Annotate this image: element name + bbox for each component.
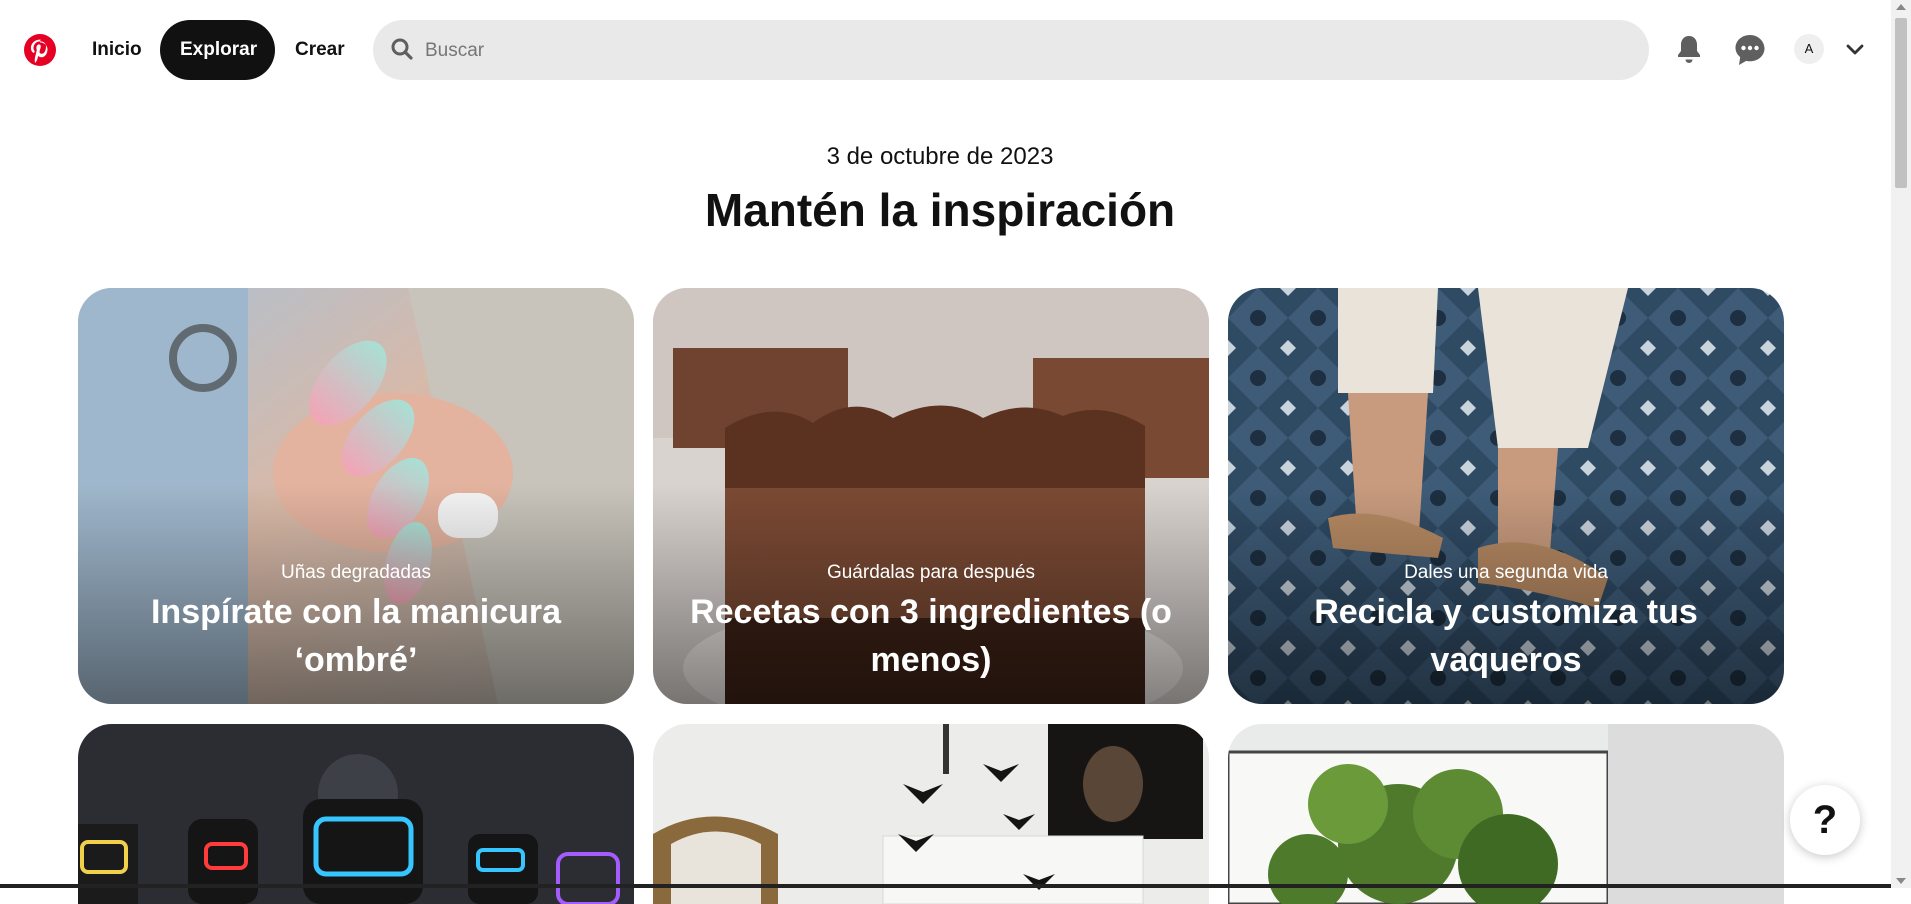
search-icon: [390, 37, 414, 66]
card-subtitle: Uñas degradadas: [281, 562, 431, 583]
scrollbar-thumb[interactable]: [1895, 18, 1907, 188]
card-title: Inspírate con la manicura ‘ombré’: [150, 593, 562, 679]
card-image-neon-masks: [78, 724, 634, 904]
chevron-down-icon[interactable]: [1845, 40, 1865, 65]
scroll-down-arrow-icon[interactable]: [1896, 878, 1906, 884]
nav-create-button[interactable]: Crear: [275, 20, 365, 80]
bell-icon[interactable]: [1669, 30, 1709, 70]
pinterest-logo-icon[interactable]: [24, 34, 56, 66]
help-button[interactable]: ?: [1790, 785, 1860, 855]
card-title: Recetas con 3 ingredientes (o menos): [690, 593, 1172, 679]
card-title: Recicla y customiza tus vaqueros: [1314, 593, 1698, 679]
card-image-plants: [1228, 724, 1784, 904]
card-neon-masks[interactable]: [78, 724, 634, 904]
nav-home-button[interactable]: Inicio: [72, 20, 162, 80]
card-plants-interior[interactable]: [1228, 724, 1784, 904]
card-halloween-decor[interactable]: [653, 724, 1209, 904]
today-date: 3 de octubre de 2023: [826, 143, 1054, 170]
card-ombre-nails[interactable]: Uñas degradadas Inspírate con la manicur…: [78, 288, 634, 704]
page-title: Mantén la inspiración: [704, 184, 1176, 236]
card-image-halloween: [653, 724, 1209, 904]
nav-explore-button[interactable]: Explorar: [160, 20, 275, 80]
scroll-up-arrow-icon[interactable]: [1896, 4, 1906, 10]
chat-icon[interactable]: [1730, 30, 1770, 70]
search-bar[interactable]: [373, 20, 1649, 82]
card-recycle-jeans[interactable]: Dales una segunda vida Recicla y customi…: [1228, 288, 1784, 704]
card-3-ingredient-recipes[interactable]: Guárdalas para después Recetas con 3 ing…: [653, 288, 1209, 704]
top-navigation-bar: Inicio Explorar Crear A: [0, 0, 1890, 100]
card-subtitle: Dales una segunda vida: [1404, 562, 1608, 583]
search-input[interactable]: [423, 20, 1627, 82]
avatar[interactable]: A: [1794, 34, 1824, 64]
window-bottom-edge: [0, 884, 1891, 888]
vertical-scrollbar[interactable]: [1891, 0, 1911, 888]
card-subtitle: Guárdalas para después: [826, 562, 1036, 583]
